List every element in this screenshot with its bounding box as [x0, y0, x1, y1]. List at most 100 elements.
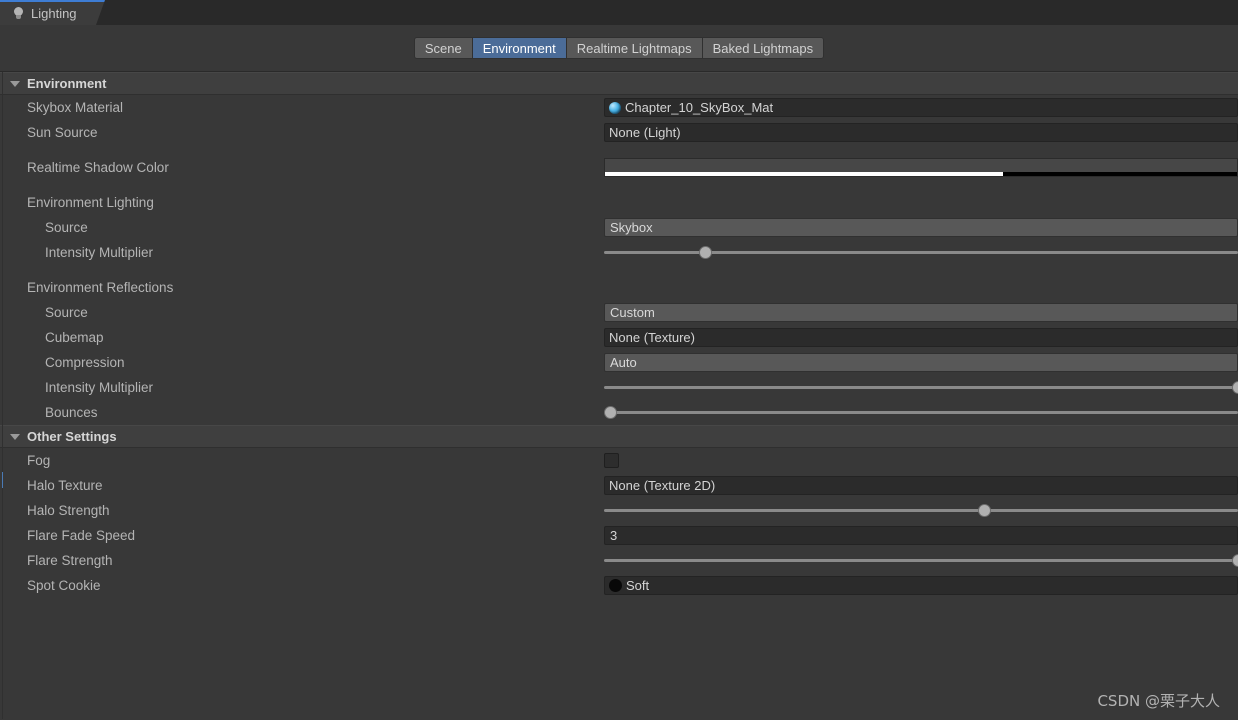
- triangle-down-icon: [10, 80, 20, 87]
- triangle-down-icon: [10, 433, 20, 440]
- field-value-flare-fade-speed: 3: [610, 528, 618, 543]
- section-title: Environment: [27, 76, 107, 91]
- slider-halo-strength[interactable]: [604, 501, 1238, 520]
- row-label-flare-strength: Flare Strength: [27, 553, 113, 568]
- object-field-halo-texture[interactable]: None (Texture 2D): [604, 476, 1238, 495]
- slider-track: [604, 559, 1238, 562]
- field-wrap-spot-cookie: Soft: [604, 573, 1238, 598]
- field-wrap-flare-fade-speed: 3: [604, 523, 1238, 548]
- field-wrap-intensity-multiplier: [604, 240, 1238, 265]
- field-value-source: Skybox: [610, 220, 653, 235]
- row-sun-source: Sun Source None (Light): [0, 120, 1238, 145]
- field-value-sun-source: None (Light): [609, 125, 681, 140]
- row-label-source: Source: [45, 305, 88, 320]
- row-flare-strength: Flare Strength: [0, 548, 1238, 573]
- section-header-environment[interactable]: Environment: [0, 72, 1238, 95]
- slider-knob[interactable]: [604, 406, 618, 419]
- row-label-realtime-shadow-color: Realtime Shadow Color: [27, 160, 169, 175]
- field-wrap-compression: Auto: [604, 350, 1238, 375]
- field-wrap-intensity-multiplier: [604, 375, 1238, 400]
- object-field-sun-source[interactable]: None (Light): [604, 123, 1238, 142]
- dropdown-compression[interactable]: Auto: [604, 353, 1238, 372]
- lightbulb-icon: [12, 7, 24, 21]
- field-value-skybox-material: Chapter_10_SkyBox_Mat: [625, 100, 774, 115]
- field-wrap-sun-source: None (Light): [604, 120, 1238, 145]
- row-label-cubemap: Cubemap: [45, 330, 104, 345]
- row-source: Source Custom: [0, 300, 1238, 325]
- window-tab-label: Lighting: [31, 6, 77, 21]
- sections-container: Environment Skybox Material Chapter_10_Sky…: [0, 72, 1238, 598]
- row-skybox-material: Skybox Material Chapter_10_SkyBox_Mat: [0, 95, 1238, 120]
- field-value-cubemap: None (Texture): [609, 330, 695, 345]
- field-wrap-flare-strength: [604, 548, 1238, 573]
- field-value-source: Custom: [610, 305, 655, 320]
- row-label-source: Source: [45, 220, 88, 235]
- row-label-bounces: Bounces: [45, 405, 98, 420]
- field-wrap-realtime-shadow-color: [604, 155, 1238, 180]
- row-spot-cookie: Spot Cookie Soft: [0, 573, 1238, 598]
- row-spacer: [0, 180, 1238, 190]
- checkbox-fog[interactable]: [604, 453, 619, 468]
- row-label-intensity-multiplier: Intensity Multiplier: [45, 245, 154, 260]
- mode-tab-realtime-lightmaps[interactable]: Realtime Lightmaps: [565, 37, 702, 59]
- field-wrap-bounces: [604, 400, 1238, 425]
- field-wrap-halo-strength: [604, 498, 1238, 523]
- slider-flare-strength[interactable]: [604, 551, 1238, 570]
- row-realtime-shadow-color: Realtime Shadow Color: [0, 155, 1238, 180]
- dropdown-source[interactable]: Skybox: [604, 218, 1238, 237]
- row-fog: Fog: [0, 448, 1238, 473]
- row-cubemap: Cubemap None (Texture): [0, 325, 1238, 350]
- row-source: Source Skybox: [0, 215, 1238, 240]
- slider-knob[interactable]: [1232, 554, 1238, 567]
- row-label-skybox-material: Skybox Material: [27, 100, 124, 115]
- row-halo-strength: Halo Strength: [0, 498, 1238, 523]
- row-flare-fade-speed: Flare Fade Speed 3: [0, 523, 1238, 548]
- field-value-halo-texture: None (Texture 2D): [609, 478, 716, 493]
- slider-intensity-multiplier[interactable]: [604, 378, 1238, 397]
- row-label-fog: Fog: [27, 453, 51, 468]
- slider-bounces[interactable]: [604, 403, 1238, 422]
- slider-track: [604, 509, 1238, 512]
- row-environment-reflections: Environment Reflections: [0, 275, 1238, 300]
- row-label-compression: Compression: [45, 355, 125, 370]
- slider-knob[interactable]: [1232, 381, 1238, 394]
- row-label-environment-lighting: Environment Lighting: [27, 195, 154, 210]
- slider-track: [604, 386, 1238, 389]
- slider-intensity-multiplier[interactable]: [604, 243, 1238, 262]
- slider-knob[interactable]: [699, 246, 713, 259]
- mode-tab-scene[interactable]: Scene: [413, 37, 472, 59]
- section-title: Other Settings: [27, 429, 117, 444]
- section-header-other-settings[interactable]: Other Settings: [0, 425, 1238, 448]
- mode-tab-group: Scene Environment Realtime Lightmaps Baked …: [413, 37, 825, 59]
- row-label-spot-cookie: Spot Cookie: [27, 578, 101, 593]
- row-label-intensity-multiplier: Intensity Multiplier: [45, 380, 154, 395]
- field-wrap-skybox-material: Chapter_10_SkyBox_Mat: [604, 95, 1238, 120]
- input-flare-fade-speed[interactable]: 3: [604, 526, 1238, 545]
- object-field-skybox-material[interactable]: Chapter_10_SkyBox_Mat: [604, 98, 1238, 117]
- row-spacer: [0, 265, 1238, 275]
- field-value-spot-cookie: Soft: [626, 578, 650, 593]
- lighting-settings-panel: Environment Skybox Material Chapter_10_Sky…: [0, 72, 1238, 719]
- row-label-sun-source: Sun Source: [27, 125, 98, 140]
- color-swatch-realtime-shadow-color[interactable]: [604, 158, 1238, 177]
- row-compression: Compression Auto: [0, 350, 1238, 375]
- window-tab-lighting[interactable]: Lighting: [0, 0, 105, 25]
- row-intensity-multiplier: Intensity Multiplier: [0, 375, 1238, 400]
- mode-tab-baked-lightmaps[interactable]: Baked Lightmaps: [701, 37, 825, 59]
- dropdown-source[interactable]: Custom: [604, 303, 1238, 322]
- object-field-spot-cookie[interactable]: Soft: [604, 576, 1238, 595]
- cookie-texture-icon: [609, 579, 622, 592]
- object-field-cubemap[interactable]: None (Texture): [604, 328, 1238, 347]
- row-label-environment-reflections: Environment Reflections: [27, 280, 174, 295]
- row-environment-lighting: Environment Lighting: [0, 190, 1238, 215]
- slider-knob[interactable]: [978, 504, 992, 517]
- field-value-compression: Auto: [610, 355, 637, 370]
- row-halo-texture: Halo Texture None (Texture 2D): [0, 473, 1238, 498]
- material-sphere-icon: [609, 101, 621, 114]
- row-bounces: Bounces: [0, 400, 1238, 425]
- row-label-halo-strength: Halo Strength: [27, 503, 110, 518]
- mode-tab-environment[interactable]: Environment: [471, 37, 566, 59]
- alpha-bar-fill: [605, 172, 1004, 176]
- slider-track: [604, 411, 1238, 414]
- row-label-flare-fade-speed: Flare Fade Speed: [27, 528, 136, 543]
